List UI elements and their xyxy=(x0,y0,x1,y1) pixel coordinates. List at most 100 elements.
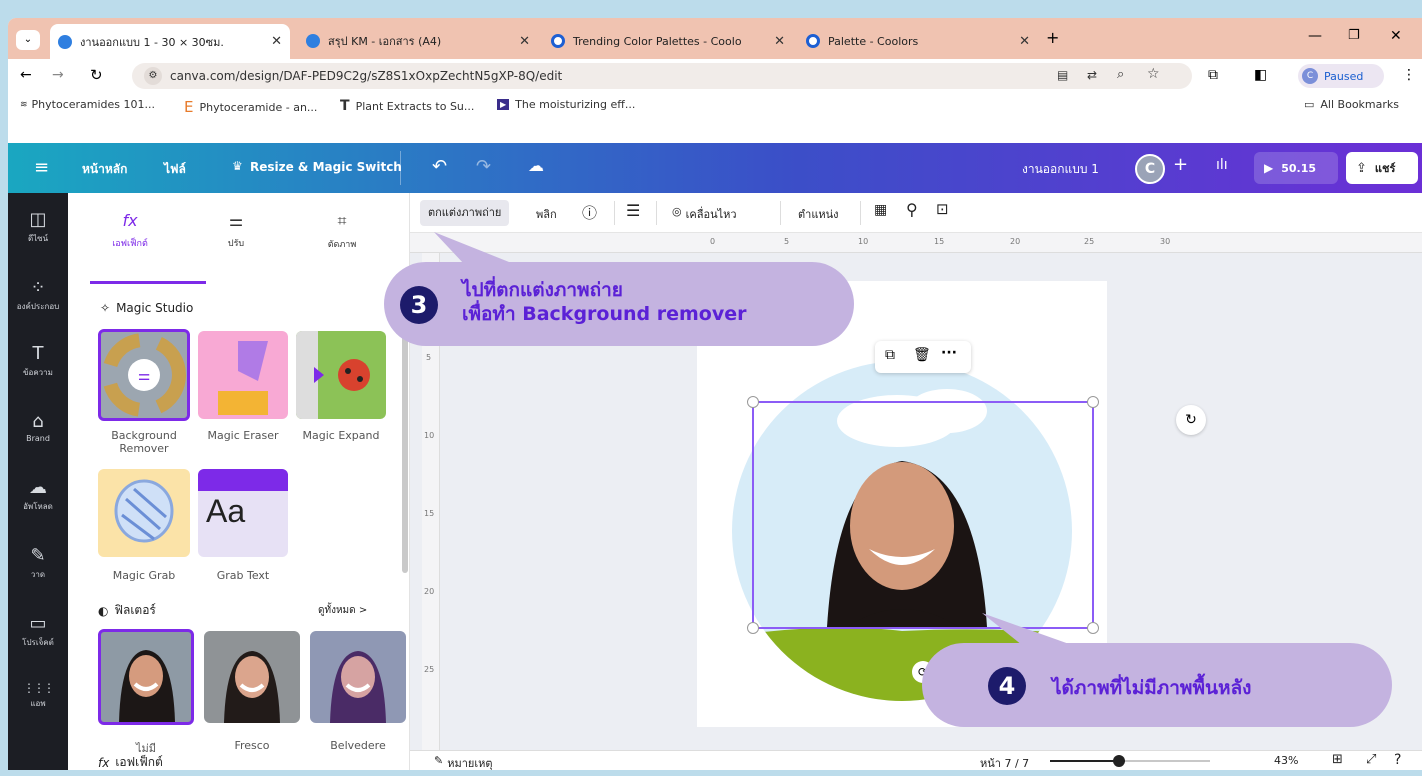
magic-expand-tile[interactable] xyxy=(296,331,386,419)
magic-eraser-tile[interactable] xyxy=(198,331,288,419)
present-button[interactable]: ▶ 50.15 xyxy=(1254,152,1338,184)
rail-item-projects[interactable]: ▭ โปรเจ็คต์ xyxy=(8,613,68,649)
resize-handle[interactable] xyxy=(747,396,759,408)
zoom-slider-thumb[interactable] xyxy=(1112,755,1125,767)
profile-chip[interactable]: C Paused xyxy=(1298,64,1384,88)
add-collaborator-icon[interactable]: + xyxy=(1173,154,1188,175)
flip-button[interactable]: พลิก xyxy=(536,205,557,223)
trash-icon[interactable]: 🗑 xyxy=(913,347,931,363)
zoom-icon[interactable]: ⌕ xyxy=(1117,67,1124,82)
tab-adjust[interactable]: ⚌ ปรับ xyxy=(196,211,276,250)
tab-summary[interactable]: สรุป KM - เอกสาร (A4) ✕ xyxy=(298,26,538,56)
extensions-icon[interactable]: ⧉ xyxy=(1208,67,1218,83)
lock-icon[interactable]: ⊡ xyxy=(936,200,949,218)
zoom-slider[interactable] xyxy=(1050,755,1210,767)
rail-item-draw[interactable]: ✎ วาด xyxy=(8,545,68,581)
tab-effects[interactable]: fx เอฟเฟ็กต์ xyxy=(90,211,170,250)
url-text: canva.com/design/DAF-PED9C2g/sZ8S1xOxpZe… xyxy=(170,69,563,83)
transparency-icon[interactable]: ▦ xyxy=(874,202,887,218)
bookmark-item[interactable]: ▶ The moisturizing eff... xyxy=(497,98,635,111)
cloud-sync-icon[interactable]: ☁ xyxy=(528,156,544,175)
bookmark-star-icon[interactable]: ☆ xyxy=(1147,66,1160,82)
site-info-icon[interactable]: ⚙ xyxy=(144,67,162,85)
back-icon[interactable]: ← xyxy=(20,67,32,83)
rail-item-text[interactable]: T ข้อความ xyxy=(8,343,68,379)
profile-avatar: C xyxy=(1302,68,1318,84)
sidepanel-icon[interactable]: ◧ xyxy=(1254,67,1267,83)
insights-icon[interactable]: ılı xyxy=(1216,157,1228,173)
ruler-tick: 30 xyxy=(1160,237,1171,246)
page-indicator[interactable]: หน้า 7 / 7 xyxy=(980,754,1029,770)
ruler-tick: 25 xyxy=(1084,237,1095,246)
close-tab-icon[interactable]: ✕ xyxy=(774,34,785,49)
undo-icon[interactable]: ↶ xyxy=(432,156,447,177)
edit-photo-button[interactable]: ตกแต่งภาพถ่าย xyxy=(420,200,510,226)
close-tab-icon[interactable]: ✕ xyxy=(519,34,530,49)
rail-label: ดีไซน์ xyxy=(27,234,49,243)
design-title[interactable]: งานออกแบบ 1 xyxy=(1022,160,1099,179)
see-all-filters-link[interactable]: ดูทั้งหมด > xyxy=(318,603,367,618)
tab-trending[interactable]: Trending Color Palettes - Coolo ✕ xyxy=(543,26,793,56)
new-tab-button[interactable]: + xyxy=(1046,28,1059,47)
callout-step3: 3 ไปที่ตกแต่งภาพถ่าย เพื่อทำ Background … xyxy=(384,232,854,346)
share-button[interactable]: ⇪ แชร์ xyxy=(1346,152,1418,184)
close-tab-icon[interactable]: ✕ xyxy=(271,34,282,49)
translate-icon[interactable]: ⇄ xyxy=(1087,68,1097,82)
magic-studio-heading: ✧ Magic Studio xyxy=(100,301,193,315)
rail-label: Brand xyxy=(26,434,50,443)
all-bookmarks[interactable]: ▭ All Bookmarks xyxy=(1304,98,1399,111)
redo-icon[interactable]: ↷ xyxy=(476,156,491,177)
fullscreen-icon[interactable]: ⤢ xyxy=(1366,752,1376,767)
home-menu[interactable]: หน้าหลัก xyxy=(82,160,127,179)
forward-icon[interactable]: → xyxy=(52,67,64,83)
info-icon[interactable]: ⓘ xyxy=(582,202,597,223)
tab-palette[interactable]: Palette - Coolors ✕ xyxy=(798,26,1038,56)
filter-none-tile[interactable] xyxy=(98,629,194,725)
menu-kebab-icon[interactable]: ⋮ xyxy=(1402,67,1416,83)
copy-style-icon[interactable]: ⚲ xyxy=(906,200,918,219)
bookmark-item[interactable]: E Phytoceramide - an... xyxy=(184,98,317,116)
close-tab-icon[interactable]: ✕ xyxy=(1019,34,1030,49)
ruler-tick: 20 xyxy=(1010,237,1021,246)
filter-belvedere-tile[interactable] xyxy=(310,631,406,723)
reload-icon[interactable]: ↻ xyxy=(90,66,103,84)
rail-item-elements[interactable]: ⁘ องค์ประกอบ xyxy=(8,277,68,313)
image-selection-box[interactable] xyxy=(747,396,1099,634)
resize-handle[interactable] xyxy=(1087,396,1099,408)
resize-menu[interactable]: Resize & Magic Switch xyxy=(250,160,402,174)
rail-item-upload[interactable]: ☁ อัพโหลด xyxy=(8,477,68,513)
tab-design[interactable]: งานออกแบบ 1 - 30 × 30ซม. ✕ xyxy=(50,24,290,59)
help-icon[interactable]: ? xyxy=(1394,752,1401,768)
url-bar[interactable]: ⚙ canva.com/design/DAF-PED9C2g/sZ8S1xOxp… xyxy=(132,63,1192,89)
background-remover-tile[interactable]: ⚌ xyxy=(98,329,190,421)
restore-icon[interactable]: ❐ xyxy=(1348,28,1360,43)
rail-item-apps[interactable]: ⋮⋮⋮ แอพ xyxy=(8,681,68,710)
magic-grab-tile[interactable] xyxy=(98,469,190,557)
resize-handle[interactable] xyxy=(747,622,759,634)
page-icon[interactable]: ▤ xyxy=(1057,68,1068,82)
border-style-icon[interactable]: ☰ xyxy=(626,201,640,220)
close-window-icon[interactable]: ✕ xyxy=(1390,28,1402,44)
grab-text-tile[interactable]: Aa xyxy=(198,469,288,557)
hamburger-icon[interactable]: ≡ xyxy=(34,157,49,178)
file-menu[interactable]: ไฟล์ xyxy=(164,160,186,179)
minimize-icon[interactable]: — xyxy=(1308,28,1322,44)
tab-search-chevron-icon[interactable]: ⌄ xyxy=(16,30,40,50)
filter-fresco-tile[interactable] xyxy=(204,631,300,723)
rail-item-brand[interactable]: ⌂ Brand xyxy=(8,411,68,443)
tab-title: Trending Color Palettes - Coolo xyxy=(573,34,742,48)
rail-item-design[interactable]: ◫ ดีไซน์ xyxy=(8,209,68,245)
duplicate-icon[interactable]: ⧉ xyxy=(885,347,895,363)
bookmark-item[interactable]: T Plant Extracts to Su... xyxy=(340,98,474,114)
bookmark-item[interactable]: ≋ Phytoceramides 101... xyxy=(20,98,155,111)
position-button[interactable]: ตำแหน่ง xyxy=(798,205,839,223)
refresh-page-icon[interactable]: ↻ xyxy=(1176,405,1206,435)
tab-crop[interactable]: ⌗ ตัดภาพ xyxy=(302,211,382,251)
animate-button[interactable]: ◎ เคลื่อนไหว xyxy=(672,205,737,223)
notes-button[interactable]: ✎ หมายเหตุ xyxy=(434,754,493,770)
toolbar-divider xyxy=(656,201,657,225)
more-options-icon[interactable]: ··· xyxy=(941,345,957,361)
avatar[interactable]: C xyxy=(1135,154,1165,184)
resize-handle[interactable] xyxy=(1087,622,1099,634)
grid-view-icon[interactable]: ⊞ xyxy=(1332,752,1343,767)
